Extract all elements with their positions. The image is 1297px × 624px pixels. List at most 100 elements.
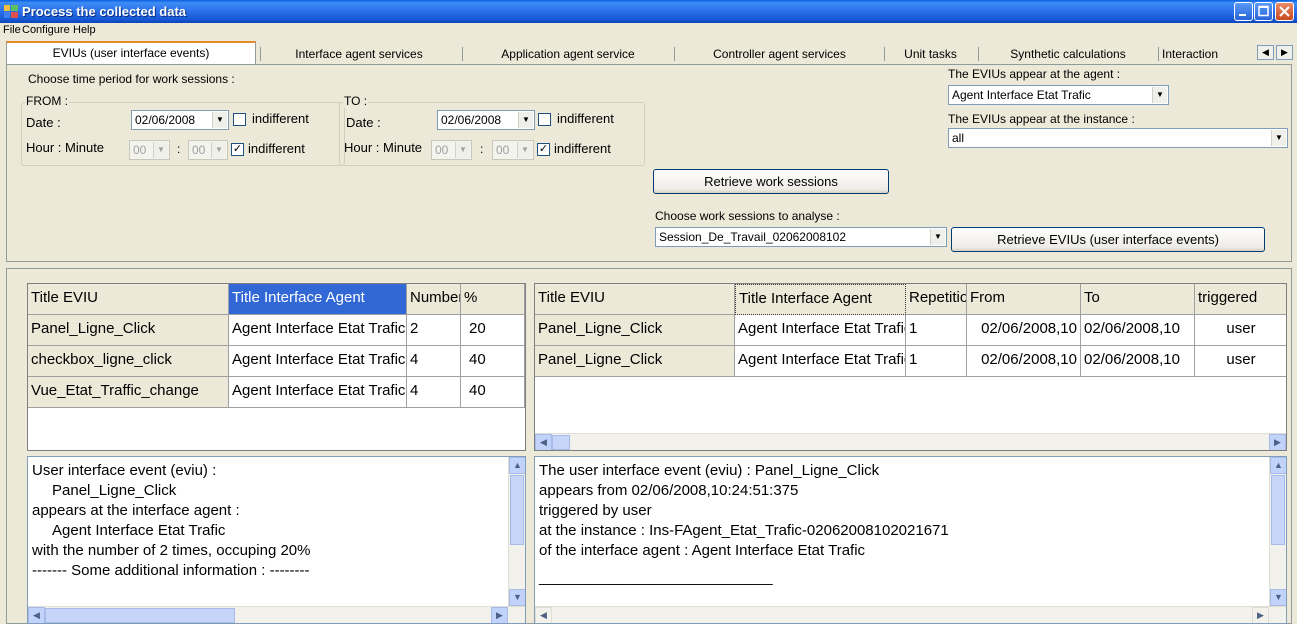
column-header[interactable]: Title Interface Agent	[229, 284, 407, 315]
column-header[interactable]: Title EVIU	[28, 284, 229, 315]
tab-evius[interactable]: EVIUs (user interface events)	[6, 41, 256, 65]
scroll-right-button[interactable]: ▶	[1252, 607, 1269, 623]
tab-scroll-right-button[interactable]: ▶	[1276, 45, 1293, 60]
from-date-picker[interactable]: 02/06/2008 ▼	[131, 110, 229, 130]
column-header[interactable]: Number	[407, 284, 461, 315]
chevron-down-icon[interactable]: ▼	[455, 142, 470, 158]
table-cell[interactable]: user	[1195, 315, 1286, 346]
scrollbar-thumb[interactable]	[552, 435, 570, 450]
tab-interface-agent-services[interactable]: Interface agent services	[264, 44, 454, 64]
scroll-left-button[interactable]: ◀	[28, 607, 45, 623]
chevron-down-icon[interactable]: ▼	[211, 142, 226, 158]
table-row-title[interactable]: Vue_Etat_Traffic_change	[28, 377, 229, 408]
table-cell[interactable]: Agent Interface Etat Trafic	[229, 346, 407, 377]
retrieve-work-sessions-button[interactable]: Retrieve work sessions	[653, 169, 889, 194]
table-row-title[interactable]: Panel_Ligne_Click	[535, 315, 735, 346]
column-header[interactable]: Title Interface Agent	[735, 284, 906, 315]
scroll-down-button[interactable]: ▼	[509, 589, 525, 606]
table-cell[interactable]: 1	[906, 346, 967, 377]
work-session-select[interactable]: Session_De_Travail_02062008102 ▼	[655, 227, 947, 247]
agent-select[interactable]: Agent Interface Etat Trafic ▼	[948, 85, 1169, 105]
table-cell[interactable]: 2	[407, 315, 461, 346]
minimize-button[interactable]	[1234, 2, 1253, 21]
chevron-down-icon[interactable]: ▼	[518, 112, 533, 128]
menu-help[interactable]: Help	[73, 24, 96, 36]
chevron-down-icon[interactable]: ▼	[930, 229, 945, 245]
to-hour-label: Hour : Minute	[344, 140, 423, 155]
table-cell[interactable]: 02/06/2008,10	[967, 346, 1081, 377]
close-button[interactable]	[1275, 2, 1294, 21]
scroll-left-button[interactable]: ◀	[535, 434, 552, 450]
table-cell[interactable]: 02/06/2008,10	[1081, 346, 1195, 377]
to-date-picker[interactable]: 02/06/2008 ▼	[437, 110, 535, 130]
retrieve-evius-button[interactable]: Retrieve EVIUs (user interface events)	[951, 227, 1265, 252]
table-cell[interactable]: 02/06/2008,10	[967, 315, 1081, 346]
to-date-indifferent-checkbox[interactable]	[538, 113, 551, 126]
scrollbar-thumb[interactable]	[1271, 475, 1285, 545]
horizontal-scrollbar[interactable]: ◀ ▶	[535, 606, 1286, 623]
tab-interaction[interactable]: Interaction	[1162, 44, 1256, 64]
table-row-title[interactable]: Panel_Ligne_Click	[28, 315, 229, 346]
menu-file[interactable]: File	[3, 24, 21, 36]
tab-application-agent-service[interactable]: Application agent service	[466, 44, 670, 64]
table-cell[interactable]: Agent Interface Etat Trafic	[735, 346, 906, 377]
tab-unit-tasks[interactable]: Unit tasks	[887, 44, 974, 64]
horizontal-scrollbar[interactable]: ◀ ▶	[28, 606, 525, 623]
from-hour-indifferent-checkbox[interactable]: ✓	[231, 143, 244, 156]
table-cell[interactable]: Agent Interface Etat Trafic	[229, 377, 407, 408]
vertical-scrollbar[interactable]: ▲ ▼	[1269, 457, 1286, 606]
scroll-up-button[interactable]: ▲	[509, 457, 525, 474]
scrollbar-thumb[interactable]	[510, 475, 524, 545]
to-hour-indifferent-checkbox[interactable]: ✓	[537, 143, 550, 156]
table-cell[interactable]: 20	[461, 315, 525, 346]
table-cell[interactable]: Agent Interface Etat Trafic	[735, 315, 906, 346]
eviu-details-text[interactable]: User interface event (eviu) : Panel_Lign…	[27, 456, 526, 624]
maximize-button[interactable]	[1254, 2, 1273, 21]
from-hour-indifferent-label: indifferent	[248, 141, 305, 156]
table-cell[interactable]: user	[1195, 346, 1286, 377]
column-header[interactable]: triggered	[1195, 284, 1286, 315]
column-header[interactable]: Title EVIU	[535, 284, 735, 315]
instance-select[interactable]: all ▼	[948, 128, 1288, 148]
table-cell[interactable]: 4	[407, 377, 461, 408]
table-row-title[interactable]: Panel_Ligne_Click	[535, 346, 735, 377]
from-minute-select[interactable]: 00 ▼	[188, 140, 228, 160]
chevron-down-icon[interactable]: ▼	[1152, 87, 1167, 103]
scroll-right-button[interactable]: ▶	[1269, 434, 1286, 450]
horizontal-scrollbar[interactable]: ◀ ▶	[535, 433, 1286, 450]
vertical-scrollbar[interactable]: ▲ ▼	[508, 457, 525, 606]
from-hour-select[interactable]: 00 ▼	[129, 140, 170, 160]
tab-controller-agent-services[interactable]: Controller agent services	[680, 44, 879, 64]
chevron-down-icon[interactable]: ▼	[212, 112, 227, 128]
tab-scroll-left-button[interactable]: ◀	[1257, 45, 1274, 60]
scroll-right-button[interactable]: ▶	[491, 607, 508, 623]
menu-configure[interactable]: Configure	[22, 24, 70, 36]
scroll-left-button[interactable]: ◀	[535, 607, 552, 623]
column-header[interactable]: From	[967, 284, 1081, 315]
scroll-up-button[interactable]: ▲	[1270, 457, 1286, 474]
from-date-indifferent-checkbox[interactable]	[233, 113, 246, 126]
details-line: ------- Some additional information : --…	[32, 562, 310, 579]
chevron-down-icon[interactable]: ▼	[153, 142, 168, 158]
scroll-down-button[interactable]: ▼	[1270, 589, 1286, 606]
tab-synthetic-calculations[interactable]: Synthetic calculations	[983, 44, 1153, 64]
instance-label: The EVIUs appear at the instance :	[948, 112, 1135, 126]
title-bar[interactable]: Process the collected data	[0, 0, 1297, 23]
table-cell[interactable]: 02/06/2008,10	[1081, 315, 1195, 346]
details-line: The user interface event (eviu) : Panel_…	[539, 462, 880, 479]
column-header[interactable]: %	[461, 284, 525, 315]
to-hour-select[interactable]: 00 ▼	[431, 140, 472, 160]
scrollbar-thumb[interactable]	[45, 608, 235, 623]
table-cell[interactable]: 40	[461, 346, 525, 377]
eviu-occurrence-text[interactable]: The user interface event (eviu) : Panel_…	[534, 456, 1287, 624]
table-cell[interactable]: 4	[407, 346, 461, 377]
column-header[interactable]: Repetitions	[906, 284, 967, 315]
to-minute-select[interactable]: 00 ▼	[492, 140, 534, 160]
table-cell[interactable]: 40	[461, 377, 525, 408]
table-row-title[interactable]: checkbox_ligne_click	[28, 346, 229, 377]
table-cell[interactable]: 1	[906, 315, 967, 346]
chevron-down-icon[interactable]: ▼	[1271, 130, 1286, 146]
chevron-down-icon[interactable]: ▼	[517, 142, 532, 158]
column-header[interactable]: To	[1081, 284, 1195, 315]
table-cell[interactable]: Agent Interface Etat Trafic	[229, 315, 407, 346]
